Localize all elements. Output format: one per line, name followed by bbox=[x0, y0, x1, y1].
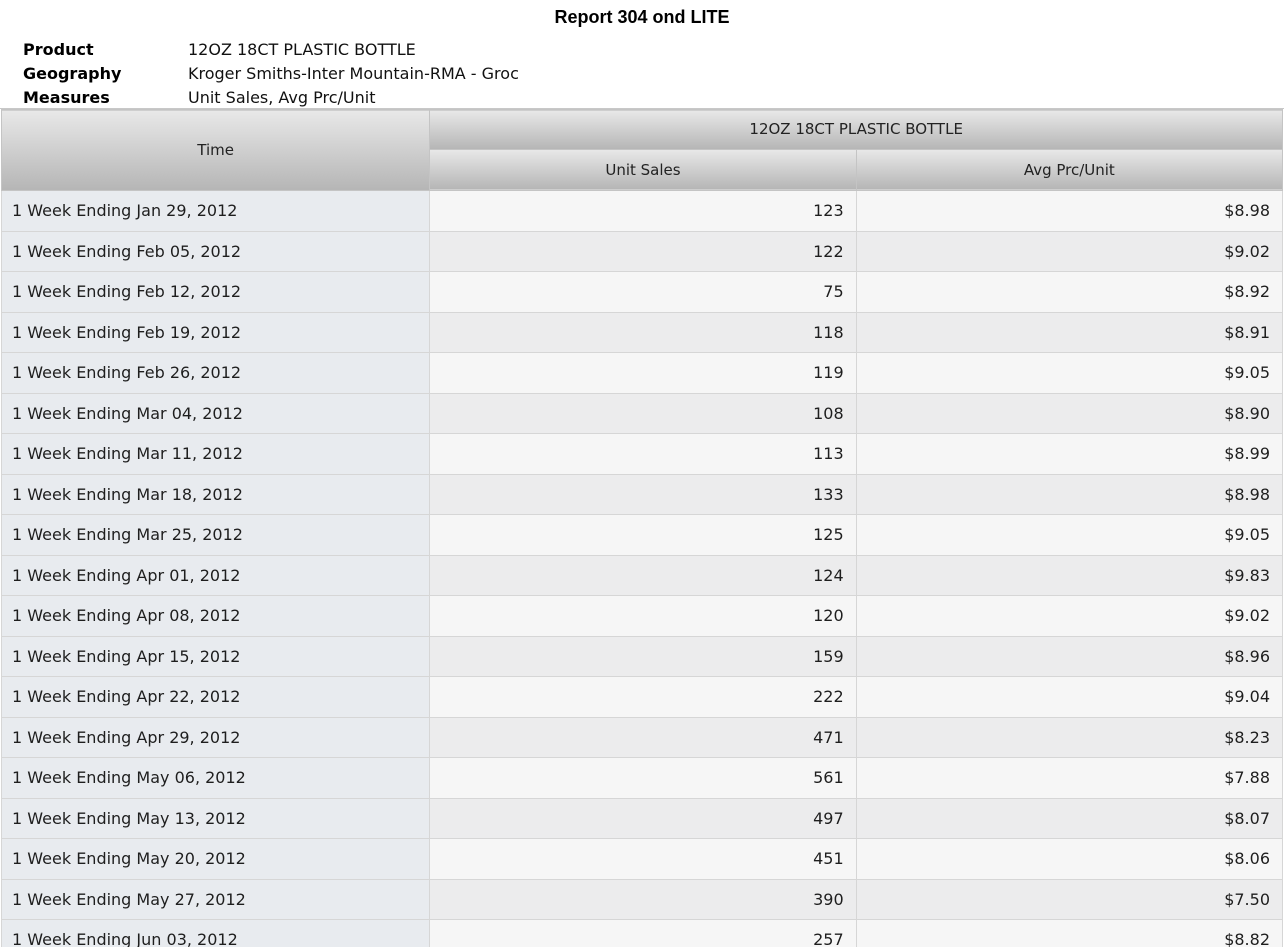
avg-price-cell: $7.88 bbox=[856, 758, 1282, 799]
unit-sales-cell: 118 bbox=[430, 312, 856, 353]
avg-price-cell: $9.83 bbox=[856, 555, 1282, 596]
time-cell: 1 Week Ending Apr 22, 2012 bbox=[2, 677, 430, 718]
time-cell: 1 Week Ending May 20, 2012 bbox=[2, 839, 430, 880]
time-cell: 1 Week Ending Apr 01, 2012 bbox=[2, 555, 430, 596]
table-row: 1 Week Ending Feb 26, 2012119$9.05 bbox=[2, 353, 1283, 394]
unit-sales-cell: 390 bbox=[430, 879, 856, 920]
unit-sales-cell: 133 bbox=[430, 474, 856, 515]
avg-price-cell: $8.23 bbox=[856, 717, 1282, 758]
unit-sales-cell: 222 bbox=[430, 677, 856, 718]
unit-sales-cell: 120 bbox=[430, 596, 856, 637]
table-row: 1 Week Ending Apr 15, 2012159$8.96 bbox=[2, 636, 1283, 677]
time-cell: 1 Week Ending Jan 29, 2012 bbox=[2, 191, 430, 232]
avg-price-cell: $8.82 bbox=[856, 920, 1282, 947]
time-cell: 1 Week Ending Feb 19, 2012 bbox=[2, 312, 430, 353]
unit-sales-cell: 159 bbox=[430, 636, 856, 677]
table-row: 1 Week Ending May 06, 2012561$7.88 bbox=[2, 758, 1283, 799]
table-row: 1 Week Ending Feb 05, 2012122$9.02 bbox=[2, 231, 1283, 272]
meta-value: Kroger Smiths-Inter Mountain-RMA - Groc bbox=[188, 64, 519, 83]
table-row: 1 Week Ending Apr 29, 2012471$8.23 bbox=[2, 717, 1283, 758]
avg-price-cell: $8.98 bbox=[856, 474, 1282, 515]
product-column-header[interactable]: 12OZ 18CT PLASTIC BOTTLE bbox=[430, 110, 1283, 150]
time-column-header[interactable]: Time bbox=[2, 110, 430, 191]
time-cell: 1 Week Ending Mar 04, 2012 bbox=[2, 393, 430, 434]
time-cell: 1 Week Ending Jun 03, 2012 bbox=[2, 920, 430, 947]
meta-value: Unit Sales, Avg Prc/Unit bbox=[188, 88, 375, 107]
report-table-container[interactable]: Time 12OZ 18CT PLASTIC BOTTLE Unit Sales… bbox=[0, 108, 1284, 947]
meta-label: Geography bbox=[23, 64, 188, 83]
table-body: 1 Week Ending Jan 29, 2012123$8.981 Week… bbox=[2, 191, 1283, 947]
avg-price-cell: $9.05 bbox=[856, 515, 1282, 556]
report-title: Report 304 ond LITE bbox=[0, 7, 1284, 28]
time-cell: 1 Week Ending Feb 05, 2012 bbox=[2, 231, 430, 272]
meta-label: Measures bbox=[23, 88, 188, 107]
meta-row-measures: Measures Unit Sales, Avg Prc/Unit bbox=[23, 85, 519, 109]
unit-sales-cell: 561 bbox=[430, 758, 856, 799]
table-row: 1 Week Ending Mar 18, 2012133$8.98 bbox=[2, 474, 1283, 515]
unit-sales-cell: 119 bbox=[430, 353, 856, 394]
table-row: 1 Week Ending May 27, 2012390$7.50 bbox=[2, 879, 1283, 920]
table-row: 1 Week Ending Apr 22, 2012222$9.04 bbox=[2, 677, 1283, 718]
unit-sales-cell: 122 bbox=[430, 231, 856, 272]
unit-sales-cell: 451 bbox=[430, 839, 856, 880]
avg-price-cell: $8.92 bbox=[856, 272, 1282, 313]
unit-sales-cell: 113 bbox=[430, 434, 856, 475]
meta-row-geography: Geography Kroger Smiths-Inter Mountain-R… bbox=[23, 61, 519, 85]
time-cell: 1 Week Ending May 27, 2012 bbox=[2, 879, 430, 920]
time-cell: 1 Week Ending Mar 18, 2012 bbox=[2, 474, 430, 515]
unit-sales-cell: 75 bbox=[430, 272, 856, 313]
table-row: 1 Week Ending Mar 04, 2012108$8.90 bbox=[2, 393, 1283, 434]
table-row: 1 Week Ending May 13, 2012497$8.07 bbox=[2, 798, 1283, 839]
time-cell: 1 Week Ending Apr 15, 2012 bbox=[2, 636, 430, 677]
avg-price-cell: $8.91 bbox=[856, 312, 1282, 353]
table-row: 1 Week Ending Mar 11, 2012113$8.99 bbox=[2, 434, 1283, 475]
time-cell: 1 Week Ending Mar 11, 2012 bbox=[2, 434, 430, 475]
unit-sales-cell: 108 bbox=[430, 393, 856, 434]
avg-price-cell: $8.90 bbox=[856, 393, 1282, 434]
time-cell: 1 Week Ending May 13, 2012 bbox=[2, 798, 430, 839]
unit-sales-cell: 124 bbox=[430, 555, 856, 596]
unit-sales-column-header[interactable]: Unit Sales bbox=[430, 149, 856, 190]
avg-price-cell: $8.06 bbox=[856, 839, 1282, 880]
time-cell: 1 Week Ending Mar 25, 2012 bbox=[2, 515, 430, 556]
unit-sales-cell: 471 bbox=[430, 717, 856, 758]
report-table: Time 12OZ 18CT PLASTIC BOTTLE Unit Sales… bbox=[1, 109, 1283, 947]
avg-price-cell: $8.96 bbox=[856, 636, 1282, 677]
meta-row-product: Product 12OZ 18CT PLASTIC BOTTLE bbox=[23, 37, 519, 61]
table-row: 1 Week Ending Mar 25, 2012125$9.05 bbox=[2, 515, 1283, 556]
table-row: 1 Week Ending Apr 08, 2012120$9.02 bbox=[2, 596, 1283, 637]
time-cell: 1 Week Ending Apr 29, 2012 bbox=[2, 717, 430, 758]
meta-value: 12OZ 18CT PLASTIC BOTTLE bbox=[188, 40, 416, 59]
unit-sales-cell: 125 bbox=[430, 515, 856, 556]
avg-price-cell: $8.99 bbox=[856, 434, 1282, 475]
avg-price-cell: $9.02 bbox=[856, 231, 1282, 272]
time-cell: 1 Week Ending Feb 12, 2012 bbox=[2, 272, 430, 313]
report-meta: Product 12OZ 18CT PLASTIC BOTTLE Geograp… bbox=[23, 37, 519, 109]
unit-sales-cell: 257 bbox=[430, 920, 856, 947]
avg-price-cell: $7.50 bbox=[856, 879, 1282, 920]
table-row: 1 Week Ending Jan 29, 2012123$8.98 bbox=[2, 191, 1283, 232]
meta-label: Product bbox=[23, 40, 188, 59]
avg-price-cell: $9.05 bbox=[856, 353, 1282, 394]
table-row: 1 Week Ending May 20, 2012451$8.06 bbox=[2, 839, 1283, 880]
table-row: 1 Week Ending Apr 01, 2012124$9.83 bbox=[2, 555, 1283, 596]
time-cell: 1 Week Ending May 06, 2012 bbox=[2, 758, 430, 799]
time-cell: 1 Week Ending Apr 08, 2012 bbox=[2, 596, 430, 637]
table-row: 1 Week Ending Feb 19, 2012118$8.91 bbox=[2, 312, 1283, 353]
time-cell: 1 Week Ending Feb 26, 2012 bbox=[2, 353, 430, 394]
avg-price-cell: $8.07 bbox=[856, 798, 1282, 839]
table-row: 1 Week Ending Jun 03, 2012257$8.82 bbox=[2, 920, 1283, 947]
avg-price-cell: $8.98 bbox=[856, 191, 1282, 232]
avg-price-cell: $9.04 bbox=[856, 677, 1282, 718]
unit-sales-cell: 123 bbox=[430, 191, 856, 232]
unit-sales-cell: 497 bbox=[430, 798, 856, 839]
table-row: 1 Week Ending Feb 12, 201275$8.92 bbox=[2, 272, 1283, 313]
avg-price-cell: $9.02 bbox=[856, 596, 1282, 637]
avg-price-column-header[interactable]: Avg Prc/Unit bbox=[856, 149, 1282, 190]
